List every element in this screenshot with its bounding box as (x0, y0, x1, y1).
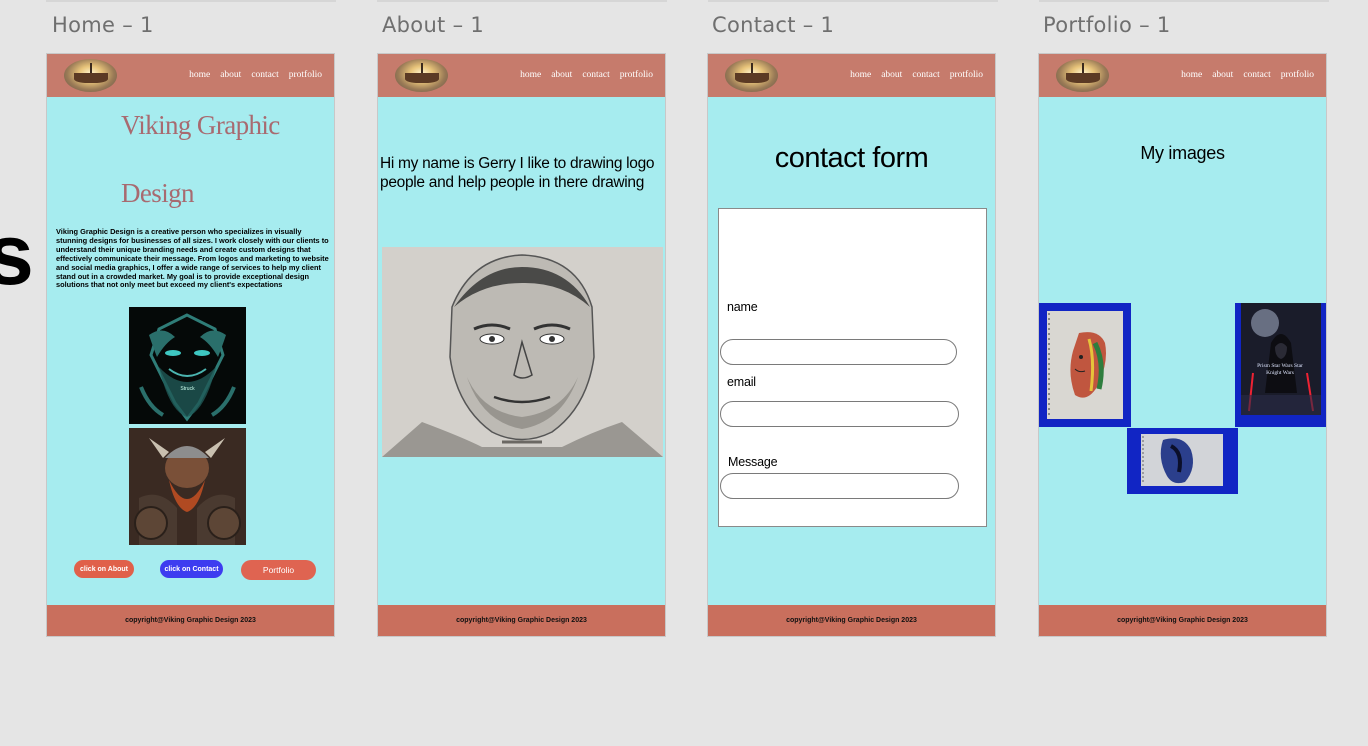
nav-bar: home about contact protfolio (1181, 70, 1314, 80)
email-label: email (727, 375, 756, 389)
site-header: home about contact protfolio (47, 54, 334, 97)
frame-about[interactable]: home about contact protfolio Hi my name … (378, 54, 665, 636)
nav-portfolio[interactable]: protfolio (950, 70, 983, 80)
nav-portfolio[interactable]: protfolio (1281, 70, 1314, 80)
contact-form: name email Message (718, 208, 987, 527)
page-title: Viking Graphic (121, 110, 280, 140)
nav-bar: home about contact protfolio (850, 70, 983, 80)
divider (1039, 0, 1329, 2)
site-footer: copyright@Viking Graphic Design 2023 (708, 605, 995, 636)
poster-caption: Prism Star Wars Star Knight Wars (1257, 363, 1303, 376)
contact-title: contact form (774, 142, 929, 174)
name-field[interactable] (720, 339, 957, 365)
page-title-line2: Design (121, 178, 195, 208)
nav-contact[interactable]: contact (912, 70, 939, 80)
frame-label-portfolio[interactable]: Portfolio – 1 (1043, 13, 1171, 37)
divider (708, 0, 998, 2)
nav-portfolio[interactable]: protfolio (289, 70, 322, 80)
portfolio-image-drawing[interactable] (1127, 428, 1238, 494)
site-header: home about contact protfolio (378, 54, 665, 97)
viking-warrior-artwork (129, 428, 246, 545)
divider (46, 0, 336, 2)
frame-label-home[interactable]: Home – 1 (52, 13, 154, 37)
site-footer: copyright@Viking Graphic Design 2023 (1039, 605, 1326, 636)
nav-bar: home about contact protfolio (189, 70, 322, 80)
site-footer: copyright@Viking Graphic Design 2023 (47, 605, 334, 636)
nav-contact[interactable]: contact (1243, 70, 1270, 80)
portfolio-title: My images (1140, 143, 1225, 163)
ship-logo-icon[interactable] (725, 59, 778, 92)
frame-portfolio[interactable]: home about contact protfolio My images P… (1039, 54, 1326, 636)
email-field[interactable] (720, 401, 959, 427)
frame-contact[interactable]: home about contact protfolio contact for… (708, 54, 995, 636)
nav-contact[interactable]: contact (582, 70, 609, 80)
nav-about[interactable]: about (220, 70, 241, 80)
canvas-heading-fragment: s (0, 207, 34, 303)
site-header: home about contact protfolio (1039, 54, 1326, 97)
frame-label-contact[interactable]: Contact – 1 (712, 13, 834, 37)
name-label: name (727, 300, 758, 314)
artwork-caption: Struck (180, 386, 195, 392)
nav-home[interactable]: home (850, 70, 871, 80)
message-field[interactable] (720, 473, 959, 499)
frame-home[interactable]: home about contact protfolio Viking Grap… (47, 54, 334, 636)
about-intro: Hi my name is Gerry I like to drawing lo… (380, 155, 655, 191)
nav-about[interactable]: about (1212, 70, 1233, 80)
frame-label-about[interactable]: About – 1 (382, 13, 484, 37)
nav-portfolio[interactable]: protfolio (620, 70, 653, 80)
nav-home[interactable]: home (189, 70, 210, 80)
message-label: Message (728, 455, 778, 469)
ship-logo-icon[interactable] (64, 59, 117, 92)
portfolio-button[interactable]: Portfolio (241, 560, 316, 580)
nav-home[interactable]: home (520, 70, 541, 80)
viking-mask-artwork: Struck (129, 307, 246, 424)
nav-about[interactable]: about (881, 70, 902, 80)
site-header: home about contact protfolio (708, 54, 995, 97)
portfolio-image-hawks[interactable] (1039, 303, 1131, 427)
ship-logo-icon[interactable] (1056, 59, 1109, 92)
ship-logo-icon[interactable] (395, 59, 448, 92)
divider (377, 0, 667, 2)
portfolio-image-starwars[interactable]: Prism Star Wars Star Knight Wars (1235, 303, 1326, 427)
contact-button[interactable]: click on Contact (160, 560, 223, 578)
nav-bar: home about contact protfolio (520, 70, 653, 80)
intro-paragraph: Viking Graphic Design is a creative pers… (56, 227, 329, 290)
nav-contact[interactable]: contact (251, 70, 278, 80)
site-footer: copyright@Viking Graphic Design 2023 (378, 605, 665, 636)
nav-about[interactable]: about (551, 70, 572, 80)
nav-home[interactable]: home (1181, 70, 1202, 80)
portrait-drawing (382, 247, 663, 457)
about-button[interactable]: click on About (74, 560, 134, 578)
